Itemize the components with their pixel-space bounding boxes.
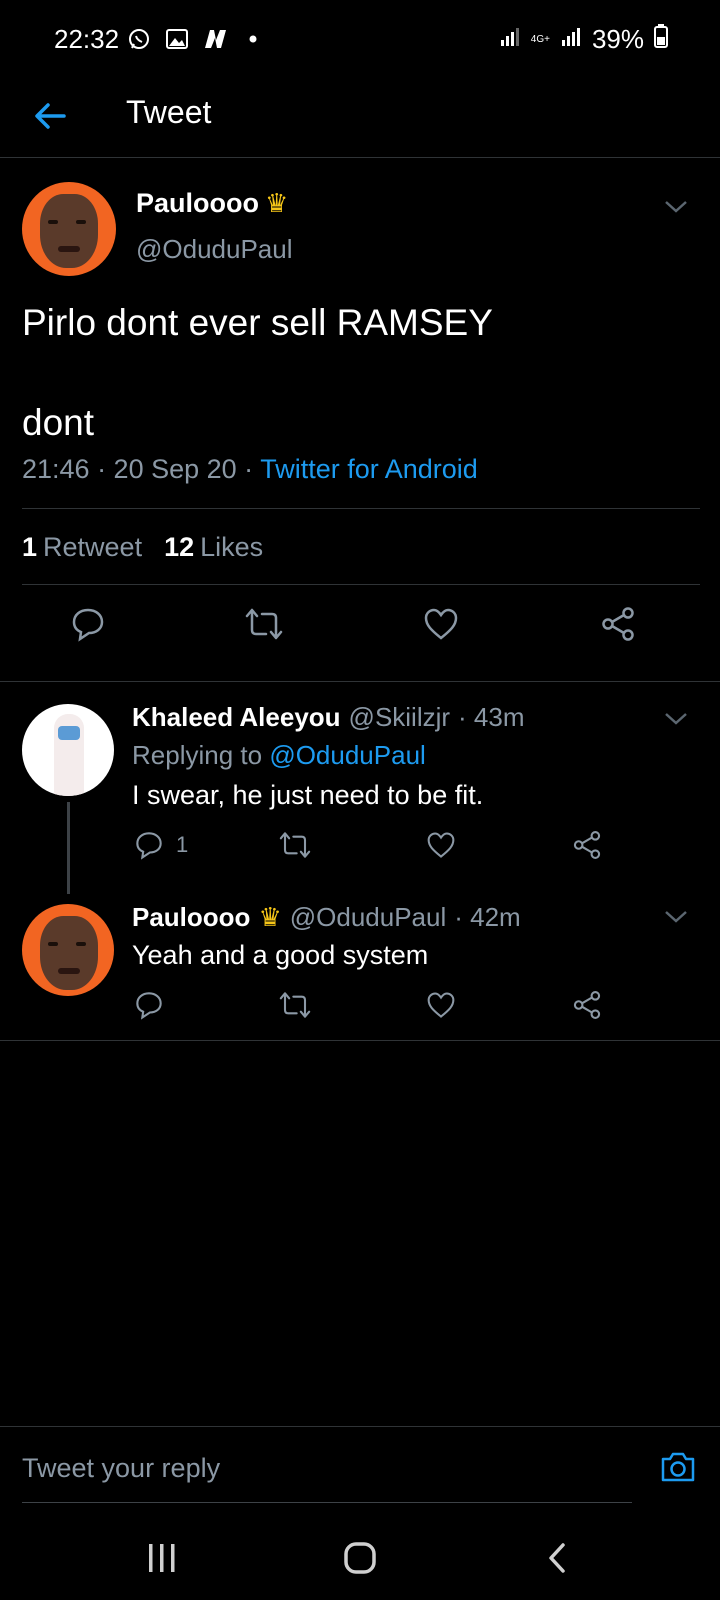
battery-percent: 39%: [591, 24, 644, 54]
camera-button[interactable]: [658, 1447, 698, 1487]
dot-icon: [240, 26, 266, 52]
reply-icon: [136, 832, 162, 860]
replying-to-label: Replying to: [132, 740, 270, 770]
retweet-count: 1: [22, 532, 38, 562]
reply-actions: 1: [0, 828, 720, 868]
system-status: 4G+ 39%: [499, 24, 668, 55]
status-bar: 22:32 4G+ 39%: [0, 0, 720, 80]
top-app-bar: Tweet: [0, 80, 720, 158]
tweet-actions: [0, 604, 720, 670]
recent-apps-button[interactable]: [140, 1536, 184, 1580]
camera-icon: [661, 1452, 695, 1482]
like-button[interactable]: [421, 604, 461, 644]
reply-button[interactable]: [68, 604, 108, 644]
reply-button[interactable]: 1: [134, 828, 188, 862]
app-notification-icon: [202, 26, 228, 52]
network-type: 4G+: [530, 33, 550, 45]
likes-stat[interactable]: 12 Likes: [164, 532, 263, 563]
retweet-icon: [279, 992, 311, 1018]
divider: [0, 1040, 720, 1041]
retweet-icon: [279, 832, 311, 858]
reply-icon: [72, 608, 104, 642]
crown-emoji-icon: ♛: [265, 188, 289, 218]
avatar[interactable]: [22, 904, 114, 996]
recent-apps-icon: [149, 1544, 175, 1572]
reply-menu-button[interactable]: [662, 708, 690, 728]
crown-emoji-icon: ♛: [258, 902, 282, 932]
share-button[interactable]: [572, 828, 602, 862]
author-handle[interactable]: @OduduPaul: [136, 234, 293, 265]
divider: [0, 681, 720, 682]
notification-icons: [126, 26, 266, 52]
tweet-menu-button[interactable]: [662, 196, 690, 216]
battery-icon: [654, 24, 668, 55]
reply-author-name[interactable]: Khaleed Aleeyou: [132, 702, 341, 733]
home-button[interactable]: [338, 1536, 382, 1580]
reply-header: Pauloooo ♛ @OduduPaul · 42m: [132, 902, 521, 933]
reply-input[interactable]: Tweet your reply: [22, 1427, 632, 1503]
reply-composer: Tweet your reply: [0, 1426, 720, 1506]
whatsapp-icon: [126, 26, 152, 52]
reply-header: Khaleed Aleeyou @Skiilzjr · 43m: [132, 702, 525, 733]
tweet-timestamp: 21:46 · 20 Sep 20 ·: [22, 454, 261, 484]
avatar[interactable]: [22, 704, 114, 796]
author-name-row[interactable]: Pauloooo ♛: [136, 188, 288, 219]
share-button[interactable]: [598, 604, 638, 644]
divider: [22, 584, 700, 585]
reply-icon: [136, 992, 162, 1020]
retweets-stat[interactable]: 1 Retweet: [22, 532, 142, 563]
share-button[interactable]: [572, 988, 602, 1022]
retweet-button[interactable]: [278, 988, 312, 1022]
reply-text: Yeah and a good system: [132, 940, 429, 970]
retweet-button[interactable]: [278, 828, 312, 862]
reply-count: 1: [176, 832, 189, 857]
reply-actions: [0, 988, 720, 1028]
retweet-icon: [245, 608, 283, 640]
divider: [22, 508, 700, 509]
page-title: Tweet: [126, 94, 212, 130]
reply-author-name[interactable]: Pauloooo: [132, 902, 250, 933]
retweet-button[interactable]: [244, 604, 284, 644]
heart-icon: [424, 608, 458, 640]
reply-age: · 42m: [454, 902, 521, 932]
back-button[interactable]: [28, 94, 72, 138]
chevron-down-icon: [665, 713, 687, 725]
replying-to-handle[interactable]: @OduduPaul: [269, 740, 426, 770]
tweet-meta: 21:46 · 20 Sep 20 · Twitter for Android: [22, 454, 478, 485]
signal-icon-2: [560, 24, 582, 55]
back-arrow-icon: [35, 103, 66, 129]
reply-age: · 43m: [458, 702, 525, 732]
retweet-label: Retweet: [43, 532, 143, 562]
reply-author-handle[interactable]: @OduduPaul: [290, 902, 447, 933]
like-button[interactable]: [426, 828, 456, 862]
tweet-text: Pirlo dont ever sell RAMSEY dont: [22, 302, 493, 443]
reply-menu-button[interactable]: [662, 906, 690, 926]
share-icon: [602, 607, 634, 641]
share-icon: [573, 991, 601, 1019]
author-name: Pauloooo: [136, 188, 259, 218]
reply-button[interactable]: [134, 988, 164, 1022]
reply-text: I swear, he just need to be fit.: [132, 780, 484, 810]
status-time: 22:32: [54, 24, 120, 54]
share-icon: [573, 831, 601, 859]
like-button[interactable]: [426, 988, 456, 1022]
tweet-source-link[interactable]: Twitter for Android: [260, 454, 478, 484]
chevron-down-icon: [665, 911, 687, 923]
like-label: Likes: [200, 532, 264, 562]
signal-icon: [499, 24, 521, 55]
system-nav-bar: [0, 1506, 720, 1600]
chevron-left-icon: [549, 1543, 565, 1573]
chevron-down-icon: [665, 201, 687, 213]
home-icon: [344, 1542, 376, 1574]
system-back-button[interactable]: [536, 1536, 580, 1580]
tweet-stats: 1 Retweet 12 Likes: [22, 532, 263, 563]
avatar[interactable]: [22, 182, 116, 276]
heart-icon: [427, 832, 455, 858]
reply-author-handle[interactable]: @Skiilzjr: [349, 702, 451, 733]
gallery-icon: [164, 26, 190, 52]
like-count: 12: [164, 532, 195, 562]
heart-icon: [427, 992, 455, 1018]
replying-to: Replying to @OduduPaul: [132, 740, 426, 771]
